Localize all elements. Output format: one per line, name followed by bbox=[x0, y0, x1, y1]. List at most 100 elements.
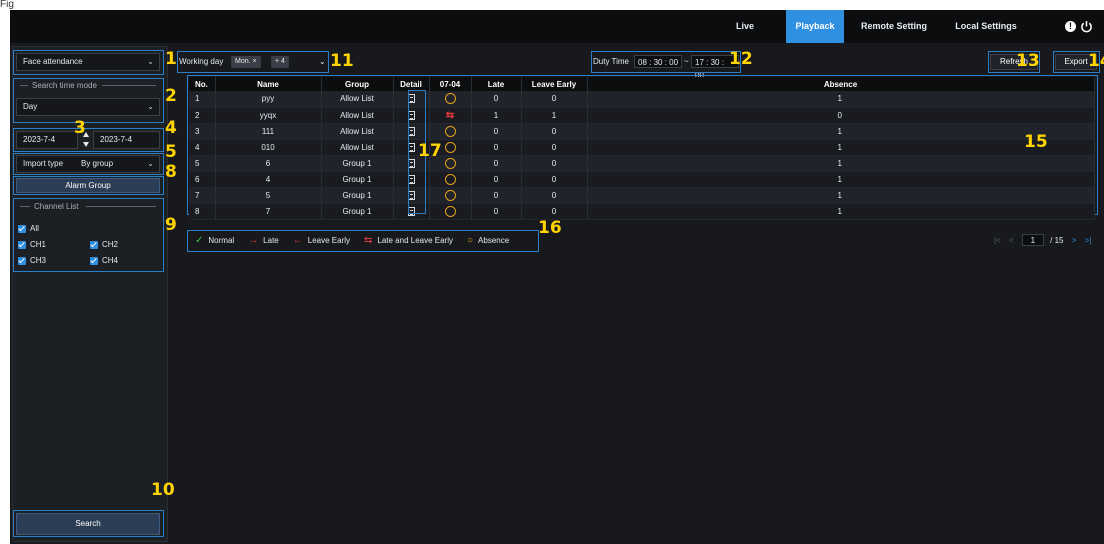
power-icon[interactable] bbox=[1080, 20, 1093, 33]
absence-icon bbox=[444, 173, 456, 185]
cell-group: Group 1 bbox=[321, 171, 394, 188]
top-nav-bar: Live Playback Remote Setting Local Setti… bbox=[10, 10, 1104, 43]
callout-number-11: 11 bbox=[330, 51, 354, 71]
table-row[interactable]: 8 7 Group 1001 bbox=[189, 203, 1095, 220]
callout-box-channel-list bbox=[13, 198, 164, 272]
callout-number-17: 17 bbox=[418, 141, 442, 161]
callout-box-8 bbox=[13, 176, 164, 195]
cell-late: 1 bbox=[471, 107, 522, 124]
cell-no: 5 bbox=[189, 155, 216, 172]
callout-box-3-4 bbox=[13, 128, 164, 152]
cell-name: 010 bbox=[215, 139, 322, 156]
cell-status bbox=[429, 91, 472, 108]
first-page-button[interactable]: |< bbox=[994, 236, 1001, 245]
cell-status bbox=[429, 187, 472, 204]
nav-playback[interactable]: Playback bbox=[786, 10, 844, 43]
figure-caption: Fig bbox=[0, 0, 14, 10]
cell-leave-early: 0 bbox=[521, 203, 588, 220]
alert-icon[interactable]: ! bbox=[1065, 21, 1076, 32]
callout-number-14: 14 bbox=[1088, 51, 1104, 71]
cell-name: 6 bbox=[215, 155, 322, 172]
col-header-absence: Absence bbox=[587, 77, 1095, 91]
cell-absence: 1 bbox=[587, 187, 1095, 204]
cell-late: 0 bbox=[471, 123, 522, 140]
cell-group: Group 1 bbox=[321, 203, 394, 220]
callout-number-1: 1 bbox=[165, 49, 177, 69]
table-row[interactable]: 4 010 Allow List 0 0 1 bbox=[189, 139, 1095, 156]
cell-leave-early: 0 bbox=[521, 171, 588, 188]
col-header-detail: Detail bbox=[393, 77, 430, 91]
search-panel: Face attendance ⌄ Search time mode Day ⌄… bbox=[12, 46, 168, 542]
absence-icon bbox=[444, 93, 456, 105]
next-page-button[interactable]: > bbox=[1072, 236, 1077, 245]
cell-absence: 1 bbox=[587, 203, 1095, 220]
col-header-group: Group bbox=[321, 77, 394, 91]
prev-page-button[interactable]: < bbox=[1009, 236, 1014, 245]
cell-absence: 1 bbox=[587, 139, 1095, 156]
cell-name: pyy bbox=[215, 91, 322, 108]
callout-number-12: 12 bbox=[729, 49, 753, 69]
cell-name: 4 bbox=[215, 171, 322, 188]
col-header-no: No. bbox=[189, 77, 216, 91]
late-and-leave-early-icon: ⇆ bbox=[445, 109, 455, 121]
callout-number-15: 15 bbox=[1024, 132, 1048, 152]
cell-no: 1 bbox=[189, 91, 216, 108]
cell-no: 4 bbox=[189, 139, 216, 156]
cell-late: 0 bbox=[471, 139, 522, 156]
last-page-button[interactable]: >| bbox=[1085, 236, 1092, 245]
cell-absence: 1 bbox=[587, 155, 1095, 172]
page-number-input[interactable]: 1 bbox=[1021, 234, 1044, 246]
cell-absence: 0 bbox=[587, 107, 1095, 124]
cell-status bbox=[429, 171, 472, 188]
page-total: / 15 bbox=[1050, 236, 1064, 245]
table-row[interactable]: 7 5 Group 1001 bbox=[189, 187, 1095, 204]
callout-box-5 bbox=[13, 153, 164, 175]
cell-leave-early: 0 bbox=[521, 155, 588, 172]
callout-number-2: 2 bbox=[165, 86, 177, 106]
callout-number-13: 13 bbox=[1016, 51, 1040, 71]
nav-local-settings[interactable]: Local Settings bbox=[946, 10, 1026, 43]
cell-status: ⇆ bbox=[429, 107, 472, 124]
callout-number-5: 5 bbox=[165, 142, 177, 162]
cell-group: Allow List bbox=[321, 91, 394, 108]
table-row[interactable]: 5 6 Group 1001 bbox=[189, 155, 1095, 172]
cell-no: 8 bbox=[189, 203, 216, 220]
table-row[interactable]: 6 4 Group 1001 bbox=[189, 171, 1095, 188]
callout-box-10 bbox=[13, 510, 164, 537]
table-row[interactable]: 2 yyqx Allow List ⇆ 1 1 0 bbox=[189, 107, 1095, 124]
cell-group: Group 1 bbox=[321, 155, 394, 172]
cell-status bbox=[429, 203, 472, 220]
pagination: |< < 1 / 15 > >| bbox=[994, 234, 1091, 248]
cell-group: Group 1 bbox=[321, 187, 394, 204]
callout-box-12 bbox=[591, 51, 741, 73]
cell-late: 0 bbox=[471, 91, 522, 108]
absence-icon bbox=[444, 189, 456, 201]
col-header-date: 07-04 bbox=[429, 77, 472, 91]
cell-no: 3 bbox=[189, 123, 216, 140]
cell-no: 6 bbox=[189, 171, 216, 188]
cell-absence: 1 bbox=[587, 171, 1095, 188]
cell-leave-early: 0 bbox=[521, 91, 588, 108]
cell-late: 0 bbox=[471, 203, 522, 220]
table-row[interactable]: 3 111 Allow List 0 0 1 bbox=[189, 123, 1095, 140]
attendance-table: No. Name Group Detail 07-04 Late Leave E… bbox=[189, 77, 1095, 220]
table-row[interactable]: 1 pyy Allow List 0 0 1 bbox=[189, 91, 1095, 108]
cell-name: 5 bbox=[215, 187, 322, 204]
absence-icon bbox=[444, 157, 456, 169]
nav-remote-setting[interactable]: Remote Setting bbox=[852, 10, 936, 43]
cell-absence: 1 bbox=[587, 123, 1095, 140]
cell-name: yyqx bbox=[215, 107, 322, 124]
nav-live[interactable]: Live bbox=[722, 10, 768, 43]
cell-leave-early: 0 bbox=[521, 187, 588, 204]
callout-number-3: 3 bbox=[74, 118, 86, 138]
cell-group: Allow List bbox=[321, 139, 394, 156]
callout-box-9-16 bbox=[187, 230, 539, 252]
col-header-name: Name bbox=[215, 77, 322, 91]
absence-icon bbox=[444, 125, 456, 137]
callout-box-1 bbox=[13, 50, 164, 75]
cell-absence: 1 bbox=[587, 91, 1095, 108]
cell-leave-early: 0 bbox=[521, 139, 588, 156]
col-header-leave-early: Leave Early bbox=[521, 77, 588, 91]
cell-status bbox=[429, 123, 472, 140]
cell-name: 7 bbox=[215, 203, 322, 220]
